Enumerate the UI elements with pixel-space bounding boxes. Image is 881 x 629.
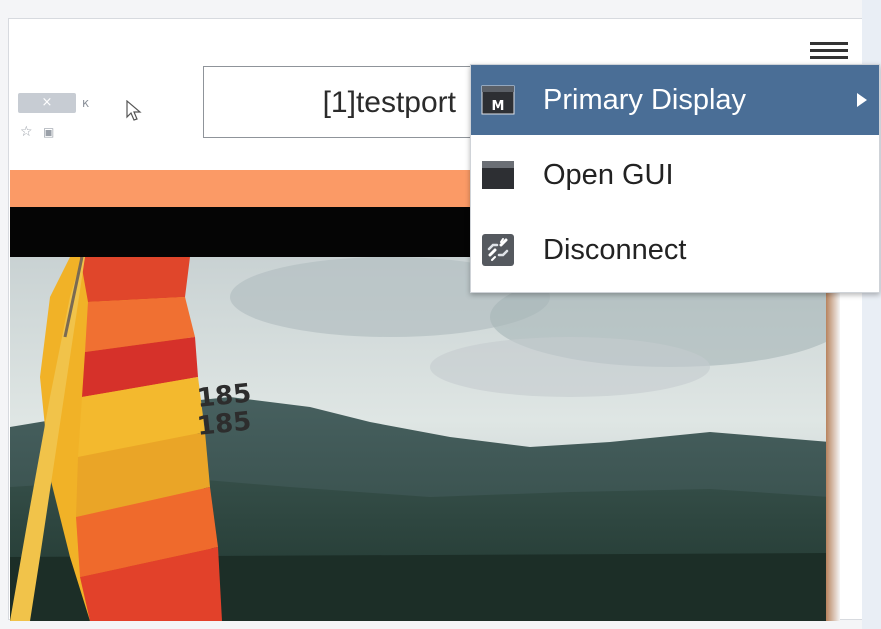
menu-item-label: Open GUI	[543, 159, 674, 191]
menu-item-primary-display[interactable]: M Primary Display	[471, 65, 879, 135]
menu-item-label: Primary Display	[543, 84, 747, 116]
menu-item-open-gui[interactable]: Open GUI	[471, 140, 879, 210]
port-selector[interactable]: [1]testport	[203, 66, 475, 138]
submenu-arrow-icon	[857, 93, 867, 107]
mini-k-icon: к	[82, 96, 90, 110]
window-icon	[482, 161, 514, 189]
screenshot-icon[interactable]: ▣	[43, 123, 63, 141]
app-frame: × к ☆ ▣ [1]testport 185 185 M Primary Di…	[0, 0, 881, 629]
svg-text:M: M	[492, 99, 505, 114]
mini-close-button[interactable]: ×	[18, 93, 76, 113]
mouse-cursor-icon	[126, 100, 142, 121]
menu-item-disconnect[interactable]: Disconnect	[471, 215, 879, 285]
hamburger-menu-icon[interactable]	[810, 40, 848, 60]
video-black-bar	[10, 207, 470, 259]
monitor-m-icon: M	[481, 85, 515, 115]
svg-text:185: 185	[196, 406, 253, 442]
broken-link-icon	[482, 234, 514, 266]
menu-item-label: Disconnect	[543, 234, 687, 266]
video-frame-image: 185 185	[10, 257, 830, 621]
context-menu: M Primary Display Open GUI Disconnect	[470, 64, 880, 293]
video-frame-edge	[826, 257, 840, 621]
video-header-bar	[10, 170, 470, 207]
port-label: [1]testport	[322, 86, 456, 119]
star-icon[interactable]: ☆	[20, 123, 40, 141]
